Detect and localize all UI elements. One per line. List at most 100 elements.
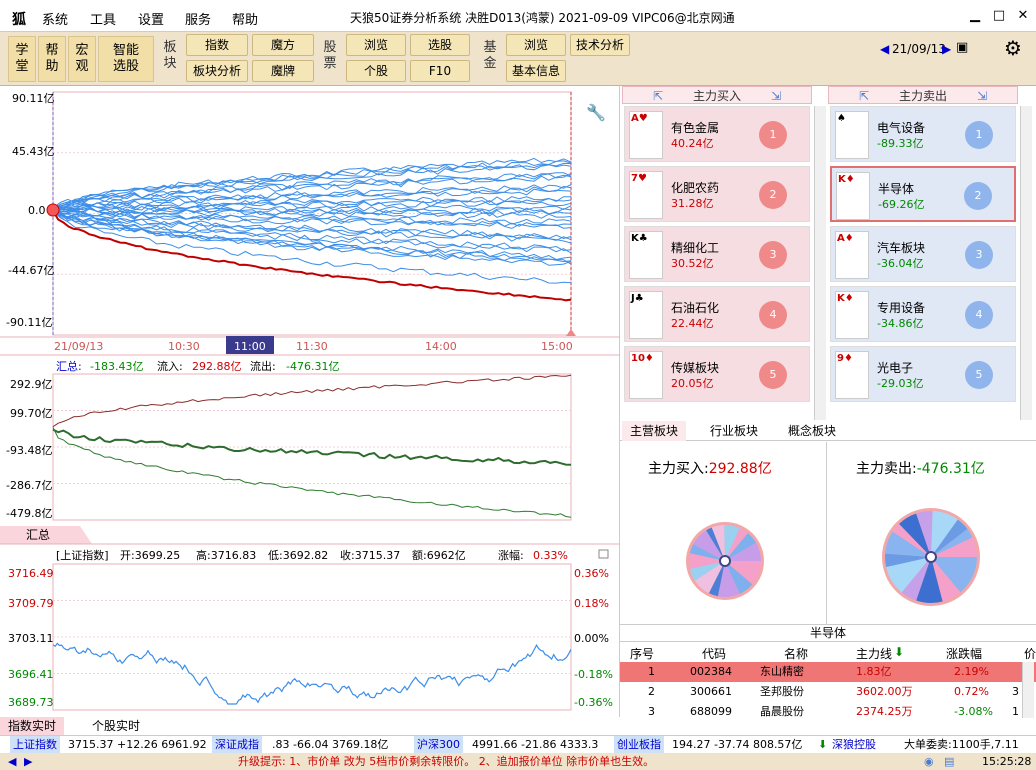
col-price[interactable]: 价 [1024, 645, 1036, 662]
ticker-prev-icon[interactable]: ◀ [8, 753, 16, 770]
idx-ytick-l-0: 3716.49 [8, 567, 54, 580]
top-ytick-2: 0.0 [28, 204, 46, 217]
sector-value: 31.28亿 [671, 197, 714, 210]
smart-select-button[interactable]: 智能 选股 [98, 36, 154, 82]
fund-browse-button[interactable]: 浏览 [506, 34, 566, 56]
close-icon[interactable]: ✕ [1012, 6, 1034, 26]
maximize-icon[interactable]: □ [988, 6, 1010, 26]
sector-value: 30.52亿 [671, 257, 714, 270]
tab-industry-sector[interactable]: 行业板块 [702, 421, 766, 441]
f10-button[interactable]: F10 [410, 60, 470, 82]
table-title: 半导体 [620, 624, 1036, 642]
monitor-icon[interactable]: ▤ [944, 753, 954, 770]
table-scrollbar[interactable] [1022, 662, 1034, 718]
macro-button[interactable]: 宏 观 [68, 36, 96, 82]
rank-badge: 5 [965, 361, 993, 389]
date-nav[interactable]: 21/09/13 [892, 42, 946, 56]
ticker-hs[interactable]: 沪深300 [414, 736, 463, 754]
collapse-icon[interactable]: ⇱ [653, 87, 663, 105]
expand-down-icon[interactable]: ⇲ [771, 87, 781, 105]
expand-icon[interactable] [598, 549, 609, 559]
sort-down-icon[interactable]: ⬇ [894, 645, 904, 659]
col-name[interactable]: 名称 [784, 645, 808, 662]
calendar-icon[interactable]: ▣ [956, 40, 968, 55]
magic-button[interactable]: 魔方 [252, 34, 314, 56]
col-code[interactable]: 代码 [702, 645, 726, 662]
minimize-icon[interactable]: ▁ [964, 6, 986, 26]
table-row[interactable]: 1 002384 东山精密 1.83亿 2.19% [620, 662, 1036, 682]
prev-date-icon[interactable]: ◀ [880, 42, 889, 56]
tab-concept-sector[interactable]: 概念板块 [780, 421, 844, 441]
outflow-label: 流出: [250, 359, 276, 373]
ticker-cy-values: 194.27 -37.74 808.57亿 [672, 738, 803, 751]
ticker-cy[interactable]: 创业板指 [614, 736, 664, 754]
sell-card[interactable]: A♦ 汽车板块 -36.04亿 3 [830, 226, 1016, 282]
idx-ytick-l-4: 3689.73 [8, 696, 54, 709]
top-ytick-4: -90.11亿 [6, 316, 52, 329]
tech-analysis-button[interactable]: 技术分析 [570, 34, 630, 56]
wrench-icon[interactable]: 🔧 [586, 103, 606, 122]
sell-card[interactable]: ♠ 电气设备 -89.33亿 1 [830, 106, 1016, 162]
ticker-next-icon[interactable]: ▶ [24, 753, 32, 770]
flow-sell-title: 主力卖出:-476.31亿 [856, 461, 985, 477]
menu-service[interactable]: 服务 [185, 9, 211, 28]
expand-down-icon[interactable]: ⇲ [977, 87, 987, 105]
buy-card[interactable]: A♥ 有色金属 40.24亿 1 [624, 106, 810, 162]
row-flow: 1.83亿 [856, 665, 892, 678]
tab-main-sector[interactable]: 主营板块 [622, 421, 687, 441]
toolbar: 学 堂 帮 助 宏 观 智能 选股 板 块 指数 魔方 板块分析 魔牌 股 票 … [0, 32, 1036, 86]
single-stock-button[interactable]: 个股 [346, 60, 406, 82]
basic-info-button[interactable]: 基本信息 [506, 60, 566, 82]
buy-card[interactable]: 7♥ 化肥农药 31.28亿 2 [624, 166, 810, 222]
flow-sell-value: -476.31亿 [916, 461, 985, 477]
col-no[interactable]: 序号 [630, 645, 654, 662]
table-row[interactable]: 3 688099 晶晨股份 2374.25万 -3.08% 1 [620, 702, 1036, 722]
menu-settings[interactable]: 设置 [138, 9, 164, 28]
mid-ytick-0: 292.9亿 [10, 378, 53, 391]
sell-card[interactable]: K♦ 专用设备 -34.86亿 4 [830, 286, 1016, 342]
sell-scrollbar[interactable] [1020, 106, 1032, 420]
table-row[interactable]: 2 300661 圣邦股份 3602.00万 0.72% 3 [620, 682, 1036, 702]
idx-ytick-r-1: 0.18% [574, 597, 609, 610]
magic-card-button[interactable]: 魔牌 [252, 60, 314, 82]
index-button[interactable]: 指数 [186, 34, 248, 56]
network-icon[interactable]: ◉ [924, 753, 934, 770]
col-change[interactable]: 涨跌幅 [946, 645, 982, 662]
gear-icon[interactable]: ⚙ [1004, 36, 1022, 60]
select-stock-button[interactable]: 选股 [410, 34, 470, 56]
summary-tab-label: 汇总 [26, 528, 50, 542]
ticker-tl[interactable]: 深狼控股 [832, 736, 876, 754]
ticker-sh[interactable]: 上证指数 [10, 736, 60, 754]
playing-card-icon: ♠ [835, 111, 869, 159]
sector-name: 石油石化 [671, 301, 720, 315]
index-low: 低:3692.82 [268, 549, 328, 562]
buy-card[interactable]: 10♦ 传媒板块 20.05亿 5 [624, 346, 810, 402]
upgrade-tip: 升级提示: 1、市价单 改为 5档市价剩余转限价。 2、追加报价单位 除市价单也… [238, 755, 655, 768]
sector-name: 传媒板块 [671, 361, 720, 375]
buy-card[interactable]: K♣ 精细化工 30.52亿 3 [624, 226, 810, 282]
collapse-icon[interactable]: ⇱ [859, 87, 869, 105]
chart-panel: 90.11亿 45.43亿 0.0 -44.67亿 -90.11亿 🔧 21/0… [0, 86, 620, 717]
row-name: 圣邦股份 [760, 685, 804, 698]
sector-analysis-button[interactable]: 板块分析 [186, 60, 248, 82]
learn-button[interactable]: 学 堂 [8, 36, 36, 82]
menu-system[interactable]: 系统 [42, 9, 68, 28]
ticker-sz[interactable]: 深证成指 [212, 736, 262, 754]
menu-tools[interactable]: 工具 [90, 9, 116, 28]
tab-stock-realtime[interactable]: 个股实时 [84, 717, 148, 735]
idx-ytick-l-3: 3696.41 [8, 668, 54, 681]
sell-card[interactable]: K♦ 半导体 -69.26亿 2 [830, 166, 1016, 222]
help-button[interactable]: 帮 助 [38, 36, 66, 82]
buy-card[interactable]: J♣ 石油石化 22.44亿 4 [624, 286, 810, 342]
top-xtick-1: 10:30 [168, 340, 200, 353]
playing-card-icon: 7♥ [629, 171, 663, 219]
tab-index-realtime[interactable]: 指数实时 [0, 717, 65, 735]
sell-card[interactable]: 9♦ 光电子 -29.03亿 5 [830, 346, 1016, 402]
col-flow[interactable]: 主力线 [856, 645, 892, 662]
buy-scrollbar[interactable] [814, 106, 826, 420]
next-date-icon[interactable]: ▶ [942, 42, 951, 56]
menu-help[interactable]: 帮助 [232, 9, 258, 28]
bottom-tabs: 指数实时 个股实时 [0, 717, 620, 735]
ticker-sh-values: 3715.37 +12.26 6961.92 [68, 738, 207, 751]
browse-button[interactable]: 浏览 [346, 34, 406, 56]
